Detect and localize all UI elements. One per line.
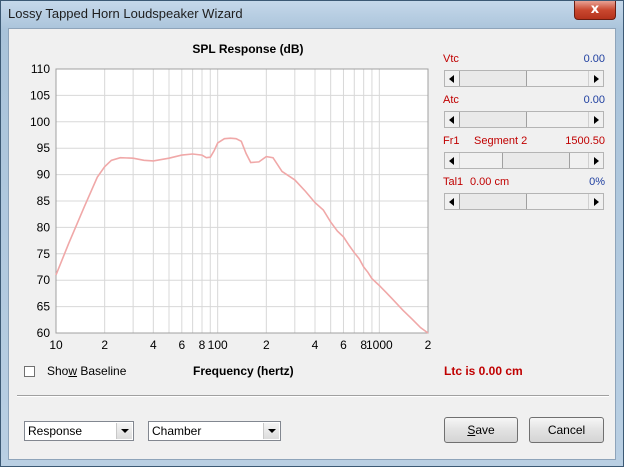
x-tick-label: 2	[101, 338, 108, 352]
scroll-left-icon[interactable]	[445, 194, 460, 209]
scroll-left-icon[interactable]	[445, 153, 460, 168]
x-tick-label: 2	[263, 338, 270, 352]
y-tick-label: 95	[37, 141, 51, 155]
slider-value-tal1: 0%	[589, 176, 605, 188]
x-tick-label: 4	[312, 338, 319, 352]
scroll-left-icon[interactable]	[445, 112, 460, 127]
view-dropdown[interactable]: Response	[24, 421, 134, 441]
slider-sublabel-fr1: Segment 2	[474, 135, 528, 147]
x-tick-label: 100	[208, 338, 228, 352]
slider-label-tal1: Tal1	[443, 176, 464, 188]
component-dropdown-value: Chamber	[152, 424, 202, 438]
show-baseline-text-a: Sho	[47, 364, 69, 378]
show-baseline-label[interactable]: Show Baseline	[47, 364, 126, 378]
y-tick-label: 65	[37, 300, 51, 314]
slider-fr1[interactable]	[444, 152, 604, 169]
wizard-window: Lossy Tapped Horn Loudspeaker Wizard x S…	[0, 0, 624, 467]
show-baseline-checkbox[interactable]	[24, 366, 35, 377]
y-tick-label: 75	[37, 247, 51, 261]
component-dropdown[interactable]: Chamber	[148, 421, 281, 441]
dialog-client-area: SPL Response (dB) 110 105 100 95 90 85 80 75 70 6…	[8, 28, 616, 460]
view-dropdown-value: Response	[28, 424, 83, 438]
slider-thumb[interactable]	[459, 71, 527, 86]
y-tick-label: 105	[30, 88, 50, 102]
spl-response-chart: 110105100959085807570656010 2 4 6 8 100 2 4 6 810…	[30, 62, 432, 352]
scroll-right-icon[interactable]	[588, 153, 603, 168]
slider-label-atc: Atc	[443, 94, 459, 106]
save-button[interactable]: Save	[444, 417, 518, 443]
y-tick-label: 90	[37, 168, 51, 182]
slider-thumb[interactable]	[459, 194, 527, 209]
title-bar[interactable]: Lossy Tapped Horn Loudspeaker Wizard x	[1, 1, 623, 27]
x-tick-label: 4	[150, 338, 157, 352]
chevron-down-icon[interactable]	[263, 423, 279, 439]
scroll-left-icon[interactable]	[445, 71, 460, 86]
scroll-right-icon[interactable]	[588, 194, 603, 209]
show-baseline-text-b: Baseline	[77, 364, 127, 378]
show-baseline-mnemonic: w	[68, 364, 78, 378]
y-tick-label: 60	[37, 326, 51, 340]
x-tick-label: 10	[49, 338, 63, 352]
window-title: Lossy Tapped Horn Loudspeaker Wizard	[8, 6, 243, 21]
scroll-right-icon[interactable]	[588, 71, 603, 86]
save-label: ave	[475, 423, 495, 437]
close-icon: x	[590, 2, 600, 17]
slider-thumb[interactable]	[459, 112, 527, 127]
x-tick-label: 2	[425, 338, 432, 352]
close-button[interactable]: x	[574, 1, 616, 20]
y-tick-label: 110	[31, 62, 50, 76]
slider-label-fr1: Fr1	[443, 135, 460, 147]
y-tick-label: 70	[37, 273, 51, 287]
scroll-right-icon[interactable]	[588, 112, 603, 127]
slider-value-atc: 0.00	[583, 94, 605, 106]
slider-tal1[interactable]	[444, 193, 604, 210]
slider-label-vtc: Vtc	[443, 53, 459, 65]
x-tick-label: 1000	[366, 338, 393, 352]
slider-sublabel-tal1: 0.00 cm	[470, 176, 510, 188]
slider-atc[interactable]	[444, 111, 604, 128]
chevron-down-icon[interactable]	[116, 423, 132, 439]
x-tick-label: 6	[340, 338, 347, 352]
slider-value-vtc: 0.00	[583, 53, 605, 65]
cancel-button[interactable]: Cancel	[529, 417, 604, 443]
slider-thumb[interactable]	[502, 153, 571, 168]
slider-vtc[interactable]	[444, 70, 604, 87]
separator	[17, 395, 609, 397]
x-tick-label: 8	[199, 338, 206, 352]
y-tick-label: 100	[30, 115, 50, 129]
slider-value-fr1: 1500.50	[565, 135, 605, 147]
y-tick-label: 80	[37, 220, 51, 234]
y-tick-label: 85	[37, 194, 51, 208]
x-tick-label: 6	[178, 338, 185, 352]
x-axis-label: Frequency (hertz)	[193, 364, 294, 378]
ltc-status: Ltc is 0.00 cm	[444, 364, 523, 378]
